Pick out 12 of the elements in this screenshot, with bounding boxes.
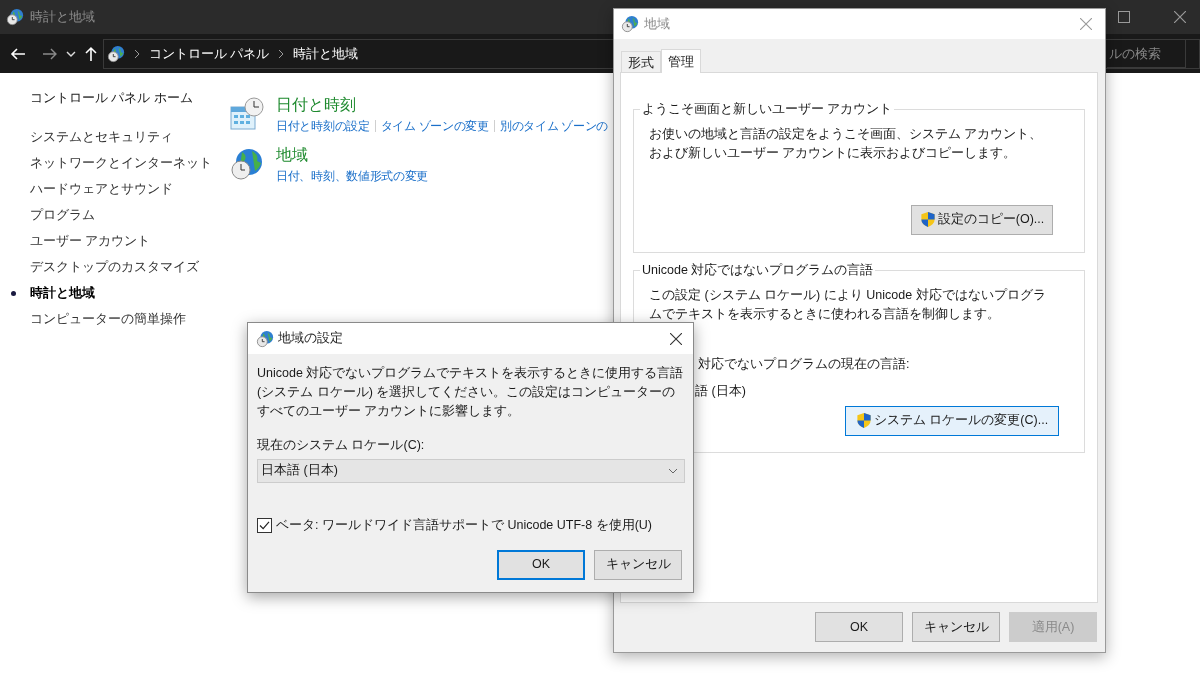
- description: この設定 (システム ロケール) により Unicode 対応ではないプログラムでテキストを表示するときに使われる言語を制御します。: [649, 286, 1047, 323]
- description: お使いの地域と言語の設定をようこそ画面、システム アカウント、および新しいユーザー アカウントに表示およびコピーします。: [649, 125, 1044, 162]
- dropdown-value: 日本語 (日本): [261, 462, 339, 480]
- current-language-value: 語 (日本): [695, 382, 746, 400]
- dialog-title: 地域: [644, 15, 670, 34]
- description: Unicode 対応でないプログラムでテキストを表示するときに使用する言語 (システム ロケール) を選択してください。この設定はコンピューターのすべてのユーザー アカウントに影響します。: [257, 365, 685, 420]
- current-language-label: 対応でないプログラムの現在の言語:: [698, 355, 910, 373]
- group-legend: Unicode 対応ではないプログラムの言語: [640, 261, 876, 280]
- window-title: 時計と地域: [30, 8, 95, 27]
- group-legend: ようこそ画面と新しいユーザー アカウント: [640, 100, 895, 119]
- dialog-title: 地域の設定: [278, 330, 343, 348]
- field-label: 現在のシステム ロケール(C):: [257, 437, 425, 454]
